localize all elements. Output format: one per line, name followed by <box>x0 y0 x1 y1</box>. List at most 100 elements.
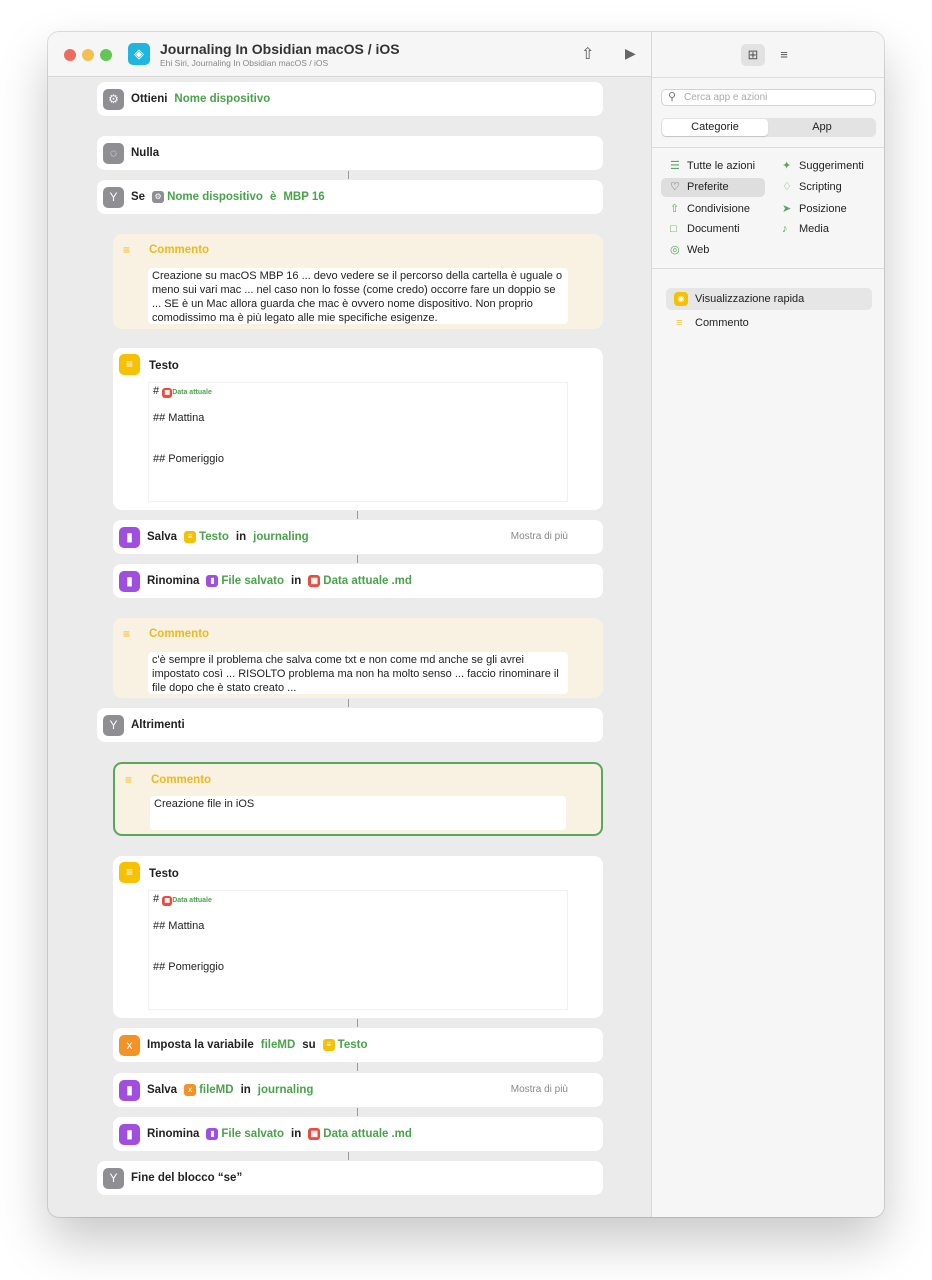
category-favorites[interactable]: ♡ Preferite <box>661 178 765 197</box>
text-line: ## Pomeriggio <box>153 961 224 973</box>
saved-file-token[interactable]: ▮ File salvato <box>206 575 284 587</box>
gear-icon: ⚙ <box>152 191 165 203</box>
connector <box>357 1108 358 1116</box>
action-library-icon[interactable]: ⊞ <box>741 44 765 66</box>
comment-action-selected[interactable]: ≡ Commento Creazione file in iOS <box>113 762 603 836</box>
in-label: in <box>240 1084 251 1096</box>
action-label: Imposta la variabile <box>147 1039 254 1051</box>
search-input[interactable]: ⚲ Cerca app e azioni <box>661 89 876 106</box>
saved-file-token[interactable]: ▮ File salvato <box>206 1128 284 1140</box>
close-button[interactable] <box>64 49 76 61</box>
share-icon[interactable]: ⇧ <box>581 44 594 64</box>
current-date-token[interactable]: Data attuale <box>172 389 212 396</box>
text-line: ## Mattina <box>153 412 205 424</box>
action-label: Salva <box>147 1084 178 1096</box>
connector <box>357 511 358 519</box>
favorite-comment[interactable]: ≡ Commento <box>666 312 872 334</box>
action-label: Salva <box>147 531 178 543</box>
current-date-token[interactable]: Data attuale <box>172 897 212 904</box>
comment-text[interactable]: Creazione su macOS MBP 16 ... devo veder… <box>148 268 568 324</box>
set-variable-action[interactable]: x Imposta la variabile fileMD su ≡ Testo <box>113 1028 603 1062</box>
text-editor[interactable]: # ▦ Data attuale ## Mattina ## Pomeriggio <box>148 382 568 502</box>
branch-icon: Y <box>103 714 124 736</box>
actions-sidebar: ⊞ ≡ ⚲ Cerca app e azioni Categorie App ☰… <box>651 32 884 1217</box>
sparkle-icon: ✦ <box>782 160 792 172</box>
category-media[interactable]: ♪ Media <box>773 220 878 239</box>
text-action[interactable]: ≡ Testo # ▦ Data attuale ## Mattina ## Po… <box>113 856 603 1018</box>
list-icon: ☰ <box>670 160 680 172</box>
in-label: in <box>291 575 302 587</box>
connector <box>357 1063 358 1071</box>
document-icon: ▮ <box>119 570 140 592</box>
device-name-token[interactable]: ⚙ Nome dispositivo <box>152 191 263 203</box>
action-label: Se <box>131 191 146 203</box>
comment-action[interactable]: ≡ Commento c'è sempre il problema che sa… <box>113 618 603 698</box>
segmented-control: Categorie App <box>661 118 876 137</box>
segment-apps[interactable]: App <box>769 119 875 136</box>
if-action[interactable]: Y Se ⚙ Nome dispositivo è MBP 16 <box>97 180 603 214</box>
comment-icon: ≡ <box>125 773 133 787</box>
connector <box>348 699 349 707</box>
folder-token[interactable]: journaling <box>253 531 309 543</box>
save-file-action[interactable]: ▮ Salva x fileMD in journaling Mostra di … <box>113 1073 603 1107</box>
shortcuts-window: ◈ Journaling In Obsidian macOS / iOS Ehi… <box>48 32 884 1217</box>
music-note-icon: ♪ <box>782 223 788 235</box>
nothing-action[interactable]: ◌ Nulla <box>97 136 603 170</box>
device-name-token[interactable]: Nome dispositivo <box>174 93 270 105</box>
category-web[interactable]: ◎ Web <box>661 241 766 260</box>
comment-text[interactable]: Creazione file in iOS <box>150 796 566 830</box>
heading-prefix: # <box>153 385 160 397</box>
settings-sliders-icon[interactable]: ≡ <box>772 44 796 66</box>
value-token[interactable]: MBP 16 <box>283 191 324 203</box>
segment-categories[interactable]: Categorie <box>662 119 768 136</box>
text-token[interactable]: ≡ Testo <box>322 1039 368 1051</box>
shortcuts-app-icon: ◈ <box>128 43 150 65</box>
rename-file-action[interactable]: ▮ Rinomina ▮ File salvato in ▦ Data attual… <box>113 564 603 598</box>
show-more-button[interactable]: Mostra di più <box>511 531 568 542</box>
folder-token[interactable]: journaling <box>258 1084 314 1096</box>
comment-icon: ≡ <box>676 317 683 329</box>
category-sharing[interactable]: ⇧ Condivisione <box>661 200 766 219</box>
variable-icon: x <box>119 1034 140 1056</box>
variable-name-token[interactable]: fileMD <box>261 1039 296 1051</box>
comment-title: Commento <box>149 628 210 640</box>
action-title: Testo <box>149 868 179 880</box>
comment-title: Commento <box>151 774 212 786</box>
text-token[interactable]: ≡ Testo <box>184 531 229 543</box>
connector <box>348 171 349 179</box>
text-action[interactable]: ≡ Testo # ▦ Data attuale ## Mattina ## Po… <box>113 348 603 510</box>
category-scripting[interactable]: ♢ Scripting <box>773 178 878 197</box>
otherwise-action[interactable]: Y Altrimenti <box>97 708 603 742</box>
category-location[interactable]: ➤ Posizione <box>773 200 878 219</box>
operator-token[interactable]: è <box>270 191 276 203</box>
zoom-button[interactable] <box>100 49 112 61</box>
current-date-token[interactable]: ▦ Data attuale .md <box>308 575 412 587</box>
divider <box>652 77 884 78</box>
category-documents[interactable]: □ Documenti <box>661 220 766 239</box>
save-file-action[interactable]: ▮ Salva ≡ Testo in journaling Mostra di p… <box>113 520 603 554</box>
category-suggestions[interactable]: ✦ Suggerimenti <box>773 157 878 176</box>
variable-icon: x <box>184 1084 197 1096</box>
play-icon[interactable]: ▶ <box>625 45 636 62</box>
comment-text[interactable]: c'è sempre il problema che salva come tx… <box>148 652 568 694</box>
comment-action[interactable]: ≡ Commento Creazione su macOS MBP 16 ...… <box>113 234 603 329</box>
get-device-name-action[interactable]: ⚙ Ottieni Nome dispositivo <box>97 82 603 116</box>
current-date-token[interactable]: ▦ Data attuale .md <box>308 1128 412 1140</box>
calendar-icon: ▦ <box>162 896 173 906</box>
text-editor[interactable]: # ▦ Data attuale ## Mattina ## Pomeriggio <box>148 890 568 1010</box>
branch-icon: Y <box>103 1167 124 1189</box>
category-all-actions[interactable]: ☰ Tutte le azioni <box>661 157 766 176</box>
sidebar-toolbar: ⊞ ≡ <box>652 32 884 77</box>
eye-icon: ◉ <box>674 292 688 306</box>
minimize-button[interactable] <box>82 49 94 61</box>
action-label: Ottieni <box>131 93 168 105</box>
variable-token[interactable]: x fileMD <box>184 1084 234 1096</box>
end-if-action[interactable]: Y Fine del blocco “se” <box>97 1161 603 1195</box>
comment-icon: ≡ <box>123 627 131 641</box>
rename-file-action[interactable]: ▮ Rinomina ▮ File salvato in ▦ Data attual… <box>113 1117 603 1151</box>
in-label: in <box>235 531 247 543</box>
extension-text: .md <box>391 575 412 587</box>
favorite-quick-look[interactable]: ◉ Visualizzazione rapida <box>666 288 872 310</box>
search-placeholder: Cerca app e azioni <box>684 92 768 103</box>
show-more-button[interactable]: Mostra di più <box>511 1084 568 1095</box>
